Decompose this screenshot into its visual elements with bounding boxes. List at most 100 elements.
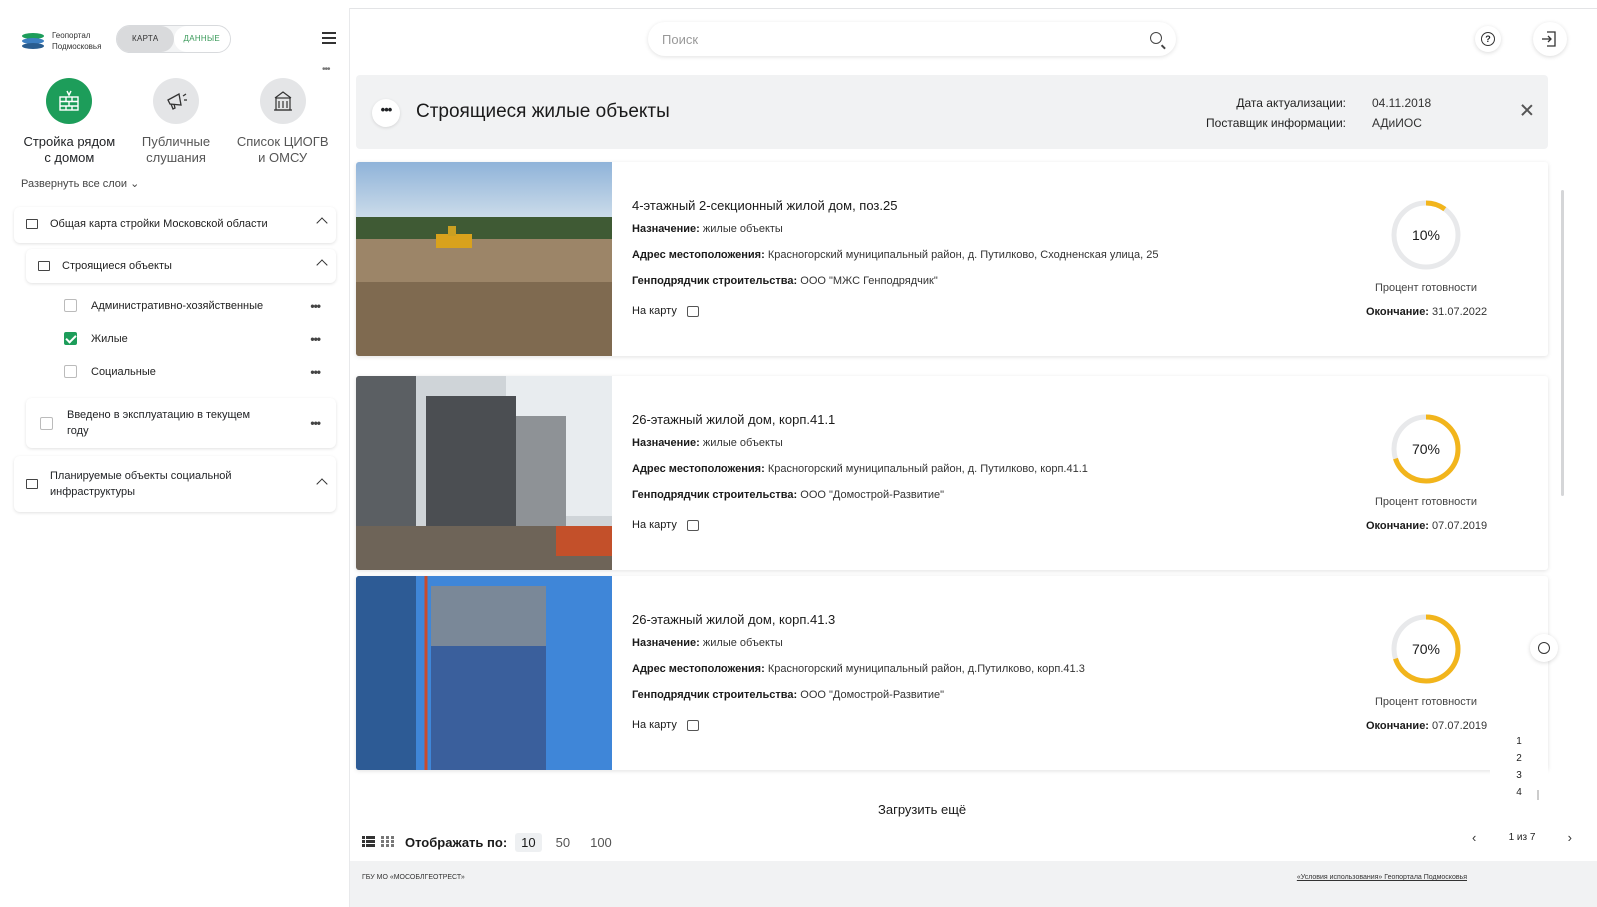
page-number[interactable]: 4 xyxy=(1490,784,1548,801)
purpose-value: жилые объекты xyxy=(702,437,783,449)
to-map-link[interactable]: На карту xyxy=(632,305,1158,317)
contractor-label: Генподрядчик строительства: xyxy=(632,489,798,501)
readiness-ring: 70% xyxy=(1389,412,1463,486)
layer-checkbox[interactable] xyxy=(40,416,53,430)
layer-group-commissioned[interactable]: Введено в эксплуатацию в текущем году ••… xyxy=(26,398,336,448)
layer-checkbox[interactable] xyxy=(64,365,77,378)
layer-group-label: Планируемые объекты социальной инфрастру… xyxy=(50,470,232,498)
per-page-label: Отображать по: xyxy=(405,835,508,850)
toggle-map[interactable]: КАРТА xyxy=(117,26,174,52)
menu-icon[interactable] xyxy=(322,32,336,44)
category-stroyka-label: Стройка рядом с домом xyxy=(23,134,116,165)
search-icon[interactable] xyxy=(1150,32,1162,44)
contractor-value: ООО "Домострой-Развитие" xyxy=(800,689,945,701)
history-icon[interactable] xyxy=(1530,634,1558,662)
page-number[interactable]: 2 xyxy=(1490,750,1548,767)
to-map-link[interactable]: На карту xyxy=(632,519,1088,531)
search-bar xyxy=(648,22,1176,56)
readiness-label: Процент готовности xyxy=(1374,282,1477,294)
object-card: 26-этажный жилой дом, корп.41.1 Назначен… xyxy=(356,376,1548,570)
grid-view-icon[interactable] xyxy=(381,836,394,847)
map-icon xyxy=(686,519,699,531)
map-icon xyxy=(686,719,699,731)
load-more-button[interactable]: Загрузить ещё xyxy=(878,802,966,817)
object-title: 26-этажный жилой дом, корп.41.1 xyxy=(632,412,836,427)
expand-all-layers[interactable]: Развернуть все слои ⌄ xyxy=(21,177,139,190)
layer-item[interactable]: Социальные ••• xyxy=(26,355,336,388)
purpose-label: Назначение: xyxy=(632,637,700,649)
logo[interactable]: Геопортал Подмосковья xyxy=(22,30,101,52)
help-icon: ? xyxy=(1481,32,1495,46)
chevron-right-icon[interactable]: › xyxy=(1568,830,1572,845)
logo-icon xyxy=(22,33,44,49)
object-photo[interactable] xyxy=(356,376,612,570)
layer-group-planned-social[interactable]: Планируемые объекты социальной инфрастру… xyxy=(14,456,336,512)
layer-group-under-construction[interactable]: Строящиеся объекты xyxy=(26,249,336,283)
object-info: 26-этажный жилой дом, корп.41.3 Назначен… xyxy=(632,612,1085,731)
per-page-option[interactable]: 100 xyxy=(584,833,618,852)
folder-icon xyxy=(38,261,50,271)
purpose-label: Назначение: xyxy=(632,437,700,449)
readiness: 10% Процент готовности Окончание: 31.07.… xyxy=(1366,198,1487,318)
contractor-value: ООО "Домострой-Развитие" xyxy=(800,489,945,501)
page-list-scrollbar[interactable] xyxy=(1537,790,1539,800)
toggle-data[interactable]: ДАННЫЕ xyxy=(173,26,230,52)
per-page-selector: Отображать по: 10 50 100 xyxy=(405,833,618,852)
layer-list: Административно-хозяйственные ••• Жилые … xyxy=(26,283,336,388)
category-ciogv[interactable]: Список ЦИОГВ и ОМСУ xyxy=(229,78,336,166)
close-icon[interactable] xyxy=(1520,103,1534,117)
per-page-option[interactable]: 10 xyxy=(515,833,542,852)
list-view-icon[interactable] xyxy=(362,836,375,847)
map-data-toggle[interactable]: КАРТА ДАННЫЕ xyxy=(116,25,231,53)
readiness: 70% Процент готовности Окончание: 07.07.… xyxy=(1366,412,1487,532)
footer: ГБУ МО «МОСОБЛГЕОТРЕСТ» «Условия использ… xyxy=(350,861,1597,907)
object-photo[interactable] xyxy=(356,576,612,770)
layer-checkbox[interactable] xyxy=(64,332,77,345)
more-icon[interactable]: ••• xyxy=(322,64,330,75)
building-icon xyxy=(259,78,306,124)
logo-line2: Подмосковья xyxy=(52,42,102,51)
provider-label: Поставщик информации: xyxy=(1206,116,1346,130)
category-stroyka[interactable]: Стройка рядом с домом xyxy=(16,78,123,166)
layer-checkbox[interactable] xyxy=(64,299,77,312)
help-button[interactable]: ? xyxy=(1475,26,1501,52)
category-list: Стройка рядом с домом Публичные слушания xyxy=(16,78,336,166)
layer-item[interactable]: Административно-хозяйственные ••• xyxy=(26,289,336,322)
scrollbar[interactable] xyxy=(1561,190,1564,496)
terms-link[interactable]: «Условия использования» Геопортала Подмо… xyxy=(1297,874,1467,881)
address-label: Адрес местоположения: xyxy=(632,249,765,261)
object-title: 4-этажный 2-секционный жилой дом, поз.25 xyxy=(632,198,898,213)
search-input[interactable] xyxy=(648,22,1128,56)
layer-group-label: Общая карта стройки Московской области xyxy=(50,218,268,230)
more-icon[interactable]: ••• xyxy=(310,332,321,346)
layer-item[interactable]: Жилые ••• xyxy=(26,322,336,355)
layer-group-general-map[interactable]: Общая карта стройки Московской области xyxy=(14,207,336,243)
category-ciogv-label: Список ЦИОГВ и ОМСУ xyxy=(236,134,329,165)
more-icon[interactable]: ••• xyxy=(372,99,400,127)
category-public-hearings[interactable]: Публичные слушания xyxy=(123,78,230,166)
readiness-value: 70% xyxy=(1411,441,1441,457)
dataset-meta: Дата актуализации: 04.11.2018 Поставщик … xyxy=(1192,93,1462,133)
logout-icon xyxy=(1542,31,1556,47)
chevron-left-icon[interactable]: ‹ xyxy=(1472,830,1476,845)
readiness-ring: 70% xyxy=(1389,612,1463,686)
more-icon[interactable]: ••• xyxy=(310,365,321,379)
readiness-value: 10% xyxy=(1411,227,1441,243)
readiness-label: Процент готовности xyxy=(1374,696,1477,708)
page-number[interactable]: 1 xyxy=(1490,733,1548,750)
logout-button[interactable] xyxy=(1533,22,1567,56)
folder-icon xyxy=(26,219,38,229)
layer-tree: Общая карта стройки Московской области С… xyxy=(14,207,336,512)
address-value: Красногорский муниципальный район, д. Пу… xyxy=(767,249,1159,261)
more-icon[interactable]: ••• xyxy=(310,299,321,313)
more-icon[interactable]: ••• xyxy=(310,416,321,430)
object-photo[interactable] xyxy=(356,162,612,356)
address-label: Адрес местоположения: xyxy=(632,463,765,475)
contractor-value: ООО "МЖС Генподрядчик" xyxy=(800,275,938,287)
to-map-link[interactable]: На карту xyxy=(632,719,1085,731)
page-list: 1 2 3 4 xyxy=(1490,733,1548,827)
per-page-option[interactable]: 50 xyxy=(550,833,576,852)
page-number[interactable]: 3 xyxy=(1490,767,1548,784)
sidebar: Геопортал Подмосковья КАРТА ДАННЫЕ ••• С… xyxy=(8,8,350,907)
contractor-label: Генподрядчик строительства: xyxy=(632,689,798,701)
